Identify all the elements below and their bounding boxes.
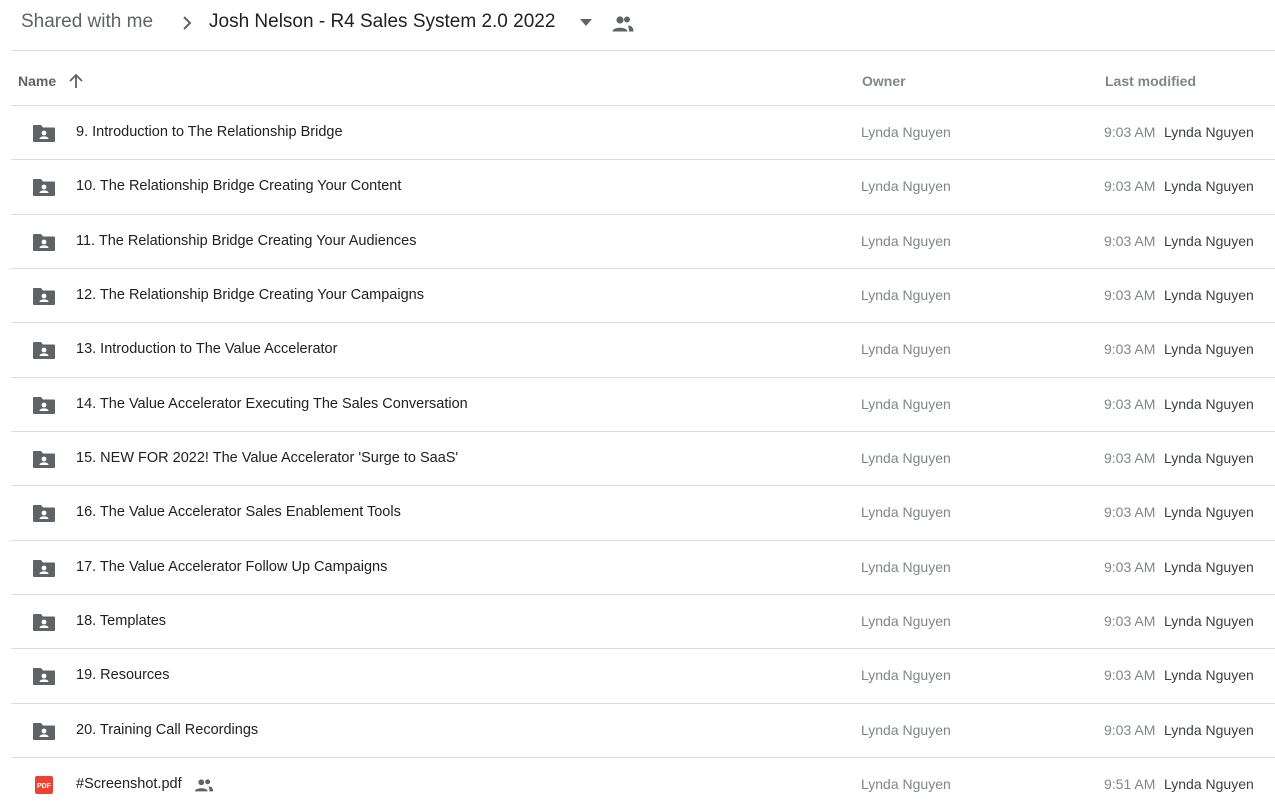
people-icon xyxy=(194,777,214,793)
file-owner: Lynda Nguyen xyxy=(861,775,951,792)
file-owner: Lynda Nguyen xyxy=(861,178,951,195)
file-modified-by: Lynda Nguyen xyxy=(1164,721,1254,738)
file-owner: Lynda Nguyen xyxy=(861,558,951,575)
file-name[interactable]: 12. The Relationship Bridge Creating You… xyxy=(76,287,424,303)
file-row[interactable]: 20. Training Call Recordings Lynda Nguyen… xyxy=(11,704,1275,758)
file-name[interactable]: 17. The Value Accelerator Follow Up Camp… xyxy=(76,559,387,575)
file-modified-time: 9:03 AM xyxy=(1104,449,1156,466)
file-name[interactable]: 11. The Relationship Bridge Creating You… xyxy=(76,233,416,249)
shared-folder-icon xyxy=(32,721,56,741)
file-modified-time: 9:03 AM xyxy=(1104,286,1156,303)
file-modified-by: Lynda Nguyen xyxy=(1164,504,1254,521)
file-row[interactable]: 16. The Value Accelerator Sales Enableme… xyxy=(11,486,1275,541)
column-header-last-modified[interactable]: Last modified xyxy=(1105,73,1196,89)
breadcrumb-shared-with-me[interactable]: Shared with me xyxy=(21,11,153,33)
file-owner: Lynda Nguyen xyxy=(861,612,951,629)
shared-folder-icon xyxy=(32,340,56,360)
shared-folder-icon xyxy=(32,286,56,306)
file-row[interactable]: 17. The Value Accelerator Follow Up Camp… xyxy=(11,541,1275,595)
file-modified-by: Lynda Nguyen xyxy=(1164,341,1254,358)
file-name[interactable]: 13. Introduction to The Value Accelerato… xyxy=(76,341,337,357)
shared-folder-icon xyxy=(32,612,56,632)
file-modified-by: Lynda Nguyen xyxy=(1164,124,1254,140)
file-row[interactable]: 11. The Relationship Bridge Creating You… xyxy=(11,215,1275,269)
file-row[interactable]: 9. Introduction to The Relationship Brid… xyxy=(11,106,1275,161)
file-owner: Lynda Nguyen xyxy=(861,449,951,466)
file-owner: Lynda Nguyen xyxy=(861,504,951,521)
file-name[interactable]: 19. Resources xyxy=(76,667,170,683)
breadcrumb-bar: Shared with me Josh Nelson - R4 Sales Sy… xyxy=(11,0,1275,51)
breadcrumb-current-folder[interactable]: Josh Nelson - R4 Sales System 2.0 2022 xyxy=(209,11,555,33)
file-modified-time: 9:03 AM xyxy=(1104,232,1156,249)
file-owner: Lynda Nguyen xyxy=(861,395,951,412)
column-header-owner[interactable]: Owner xyxy=(862,73,906,89)
file-name[interactable]: 9. Introduction to The Relationship Brid… xyxy=(76,124,343,140)
file-modified-by: Lynda Nguyen xyxy=(1164,395,1254,412)
file-row[interactable]: 18. Templates Lynda Nguyen 9:03 AM Lynda Ng… xyxy=(11,595,1275,650)
file-owner: Lynda Nguyen xyxy=(861,341,951,358)
file-modified-by: Lynda Nguyen xyxy=(1164,232,1254,249)
people-icon xyxy=(612,16,634,32)
file-modified-by: Lynda Nguyen xyxy=(1164,178,1254,195)
chevron-right-icon xyxy=(183,16,192,30)
file-modified-time: 9:03 AM xyxy=(1104,667,1156,684)
file-row[interactable]: PDF #Screenshot.pdf Lynda Nguyen 9:51 AM Lyn… xyxy=(11,758,1275,810)
file-row[interactable]: 13. Introduction to The Value Accelerato… xyxy=(11,323,1275,378)
file-name[interactable]: 10. The Relationship Bridge Creating You… xyxy=(76,178,401,194)
file-owner: Lynda Nguyen xyxy=(861,124,951,140)
shared-folder-icon xyxy=(32,395,56,415)
file-row[interactable]: 19. Resources Lynda Nguyen 9:03 AM Lynda Ng… xyxy=(11,649,1275,704)
file-modified-time: 9:03 AM xyxy=(1104,558,1156,575)
file-name[interactable]: 18. Templates xyxy=(76,613,166,629)
file-modified-time: 9:03 AM xyxy=(1104,612,1156,629)
file-modified-time: 9:03 AM xyxy=(1104,178,1156,195)
file-list: 9. Introduction to The Relationship Brid… xyxy=(11,106,1275,810)
file-modified-time: 9:03 AM xyxy=(1104,721,1156,738)
file-row[interactable]: 12. The Relationship Bridge Creating You… xyxy=(11,269,1275,324)
shared-folder-icon xyxy=(32,558,56,578)
file-modified-time: 9:03 AM xyxy=(1104,124,1156,140)
file-name[interactable]: 14. The Value Accelerator Executing The … xyxy=(76,396,468,412)
column-header-row: Name Owner Last modified xyxy=(11,51,1275,106)
file-owner: Lynda Nguyen xyxy=(861,286,951,303)
file-name[interactable]: 15. NEW FOR 2022! The Value Accelerator … xyxy=(76,450,458,466)
file-row[interactable]: 10. The Relationship Bridge Creating You… xyxy=(11,160,1275,215)
shared-folder-icon xyxy=(32,666,56,686)
file-modified-time: 9:51 AM xyxy=(1104,775,1156,792)
file-modified-by: Lynda Nguyen xyxy=(1164,612,1254,629)
file-row[interactable]: 15. NEW FOR 2022! The Value Accelerator … xyxy=(11,432,1275,487)
file-modified-by: Lynda Nguyen xyxy=(1164,667,1254,684)
shared-folder-icon xyxy=(32,232,56,252)
pdf-icon: PDF xyxy=(32,775,56,795)
shared-folder-icon xyxy=(32,449,56,469)
svg-text:PDF: PDF xyxy=(37,783,52,790)
arrow-up-icon[interactable] xyxy=(68,73,84,89)
file-modified-by: Lynda Nguyen xyxy=(1164,775,1254,792)
file-owner: Lynda Nguyen xyxy=(861,232,951,249)
file-modified-time: 9:03 AM xyxy=(1104,341,1156,358)
file-owner: Lynda Nguyen xyxy=(861,721,951,738)
arrow-drop-down-icon[interactable] xyxy=(579,16,593,28)
file-modified-by: Lynda Nguyen xyxy=(1164,449,1254,466)
file-name[interactable]: 20. Training Call Recordings xyxy=(76,722,258,738)
file-owner: Lynda Nguyen xyxy=(861,667,951,684)
column-header-name[interactable]: Name xyxy=(18,73,56,89)
shared-folder-icon xyxy=(32,123,56,143)
file-name[interactable]: 16. The Value Accelerator Sales Enableme… xyxy=(76,504,401,520)
file-row[interactable]: 14. The Value Accelerator Executing The … xyxy=(11,378,1275,432)
shared-folder-icon xyxy=(32,503,56,523)
file-modified-time: 9:03 AM xyxy=(1104,395,1156,412)
file-name[interactable]: #Screenshot.pdf xyxy=(76,776,182,792)
file-modified-by: Lynda Nguyen xyxy=(1164,286,1254,303)
file-modified-by: Lynda Nguyen xyxy=(1164,558,1254,575)
file-modified-time: 9:03 AM xyxy=(1104,504,1156,521)
shared-folder-icon xyxy=(32,177,56,197)
